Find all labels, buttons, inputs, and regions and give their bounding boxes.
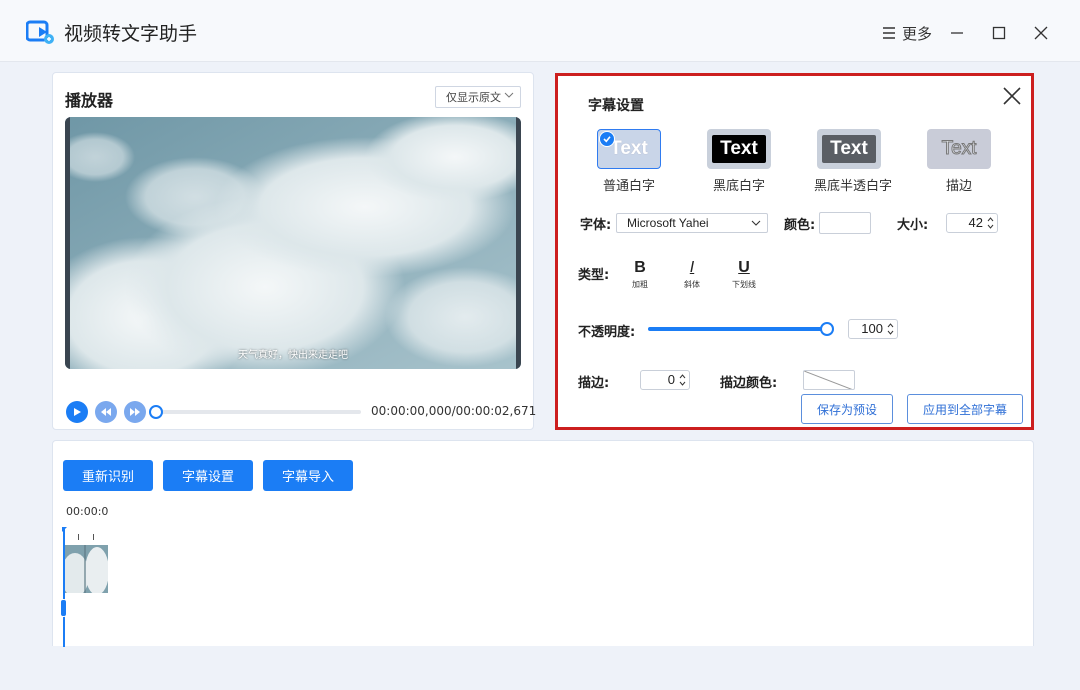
- stroke-stepper[interactable]: 0: [640, 370, 690, 390]
- preset-label: 黑底半透白字: [814, 179, 893, 194]
- settings-title: 字幕设置: [588, 98, 644, 114]
- player-panel: 播放器 仅显示原文 天气真好，快出来走走吧 00:00:00,000/00:00…: [52, 72, 537, 430]
- stroke-value: 0: [667, 372, 675, 387]
- font-label: 字体:: [580, 218, 612, 233]
- playhead-handle[interactable]: [60, 599, 67, 617]
- minimize-icon: [951, 32, 963, 34]
- preset-sample-text: Text: [941, 138, 977, 160]
- player-title: 播放器: [65, 91, 114, 110]
- preset-sample: Text: [597, 129, 661, 169]
- size-value: 42: [968, 215, 983, 230]
- color-label: 颜色:: [784, 218, 816, 233]
- timeline-tick: [93, 534, 94, 540]
- opacity-label: 不透明度:: [578, 325, 636, 340]
- playhead-marker-icon: [62, 527, 67, 532]
- opacity-value: 100: [861, 321, 883, 336]
- maximize-button[interactable]: [986, 20, 1012, 46]
- display-mode-select[interactable]: 仅显示原文: [435, 86, 521, 108]
- fast-forward-button[interactable]: [124, 401, 146, 423]
- fast-forward-icon: [130, 408, 140, 416]
- subtitle-settings-panel: 字幕设置 Text 普通白字 Text 黑底白字 Text 黑底半透白字 Tex…: [555, 73, 1034, 430]
- time-display: 00:00:00,000/00:00:02,671: [371, 404, 537, 418]
- thumbnail-image: [63, 545, 108, 593]
- bold-button[interactable]: B 加粗: [625, 259, 655, 290]
- video-thumbnail-strip[interactable]: [63, 545, 108, 593]
- italic-label: 斜体: [684, 280, 700, 289]
- size-label: 大小:: [897, 218, 929, 233]
- more-label: 更多: [901, 24, 932, 43]
- app-title: 视频转文字助手: [64, 23, 198, 45]
- seek-handle[interactable]: [149, 405, 163, 419]
- opacity-slider[interactable]: [648, 327, 828, 331]
- preset-sample-text: Text: [712, 135, 766, 163]
- subtitle-import-button[interactable]: 字幕导入: [263, 460, 353, 491]
- close-window-button[interactable]: [1028, 20, 1054, 46]
- more-menu-button[interactable]: 更多: [876, 20, 938, 46]
- video-preview[interactable]: 天气真好，快出来走走吧: [65, 117, 521, 369]
- video-subtitle: 天气真好，快出来走走吧: [238, 350, 348, 361]
- color-picker[interactable]: [819, 212, 871, 234]
- preset-sample-text: Text: [610, 138, 648, 159]
- close-icon: [1034, 26, 1048, 40]
- preset-translucent-bg-white[interactable]: Text 黑底半透白字: [814, 129, 893, 194]
- no-color-icon: [804, 371, 853, 389]
- italic-button[interactable]: I 斜体: [677, 259, 707, 290]
- timeline-time-label: 00:00:00: [66, 505, 108, 518]
- rewind-button[interactable]: [95, 401, 117, 423]
- play-icon: [74, 408, 81, 416]
- underline-label: 下划线: [732, 280, 756, 289]
- stepper-arrows-icon: [887, 323, 894, 335]
- seek-bar[interactable]: [159, 410, 361, 414]
- italic-icon: I: [689, 259, 695, 276]
- display-mode-value: 仅显示原文: [446, 91, 501, 104]
- stepper-arrows-icon: [679, 374, 686, 386]
- font-select[interactable]: Microsoft Yahei: [616, 213, 768, 233]
- menu-icon: [882, 27, 895, 39]
- size-stepper[interactable]: 42: [946, 213, 998, 233]
- chevron-down-icon: [751, 220, 761, 226]
- preset-sample-text: Text: [822, 135, 876, 163]
- video-frame: [65, 117, 521, 369]
- save-preset-button[interactable]: 保存为预设: [801, 394, 893, 424]
- rewind-icon: [101, 408, 111, 416]
- play-button[interactable]: [66, 401, 88, 423]
- preset-label: 描边: [945, 179, 972, 194]
- preset-label: 普通白字: [602, 179, 655, 194]
- timeline-tick: [78, 534, 79, 540]
- apply-all-button[interactable]: 应用到全部字幕: [907, 394, 1023, 424]
- underline-button[interactable]: U 下划线: [729, 259, 759, 290]
- title-bar: 视频转文字助手 更多: [0, 0, 1080, 62]
- app-logo-icon: [26, 20, 54, 44]
- opacity-slider-handle[interactable]: [820, 322, 834, 336]
- timeline-playhead[interactable]: [63, 527, 65, 647]
- preset-label: 黑底白字: [712, 179, 765, 194]
- preset-sample: Text: [707, 129, 771, 169]
- preset-outline[interactable]: Text 描边: [924, 129, 994, 194]
- opacity-stepper[interactable]: 100: [848, 319, 898, 339]
- preset-black-bg-white[interactable]: Text 黑底白字: [704, 129, 774, 194]
- font-value: Microsoft Yahei: [627, 216, 709, 230]
- subtitle-settings-button[interactable]: 字幕设置: [163, 460, 253, 491]
- preset-plain-white[interactable]: Text 普通白字: [594, 129, 664, 194]
- preset-sample: Text: [817, 129, 881, 169]
- underline-icon: U: [738, 259, 750, 276]
- chevron-down-icon: [504, 92, 514, 98]
- close-icon[interactable]: [1001, 85, 1023, 107]
- stepper-arrows-icon: [987, 217, 994, 229]
- stroke-color-picker[interactable]: [803, 370, 855, 390]
- bold-label: 加粗: [632, 280, 648, 289]
- type-label: 类型:: [578, 268, 610, 283]
- stroke-color-label: 描边颜色:: [720, 376, 778, 391]
- preset-sample: Text: [927, 129, 991, 169]
- re-recognize-button[interactable]: 重新识别: [63, 460, 153, 491]
- minimize-button[interactable]: [944, 20, 970, 46]
- bold-icon: B: [634, 259, 646, 276]
- stroke-label: 描边:: [578, 376, 610, 391]
- maximize-icon: [992, 26, 1006, 40]
- check-icon: [599, 131, 615, 147]
- editor-panel: 重新识别 字幕设置 字幕导入 00:00:00: [52, 440, 1034, 647]
